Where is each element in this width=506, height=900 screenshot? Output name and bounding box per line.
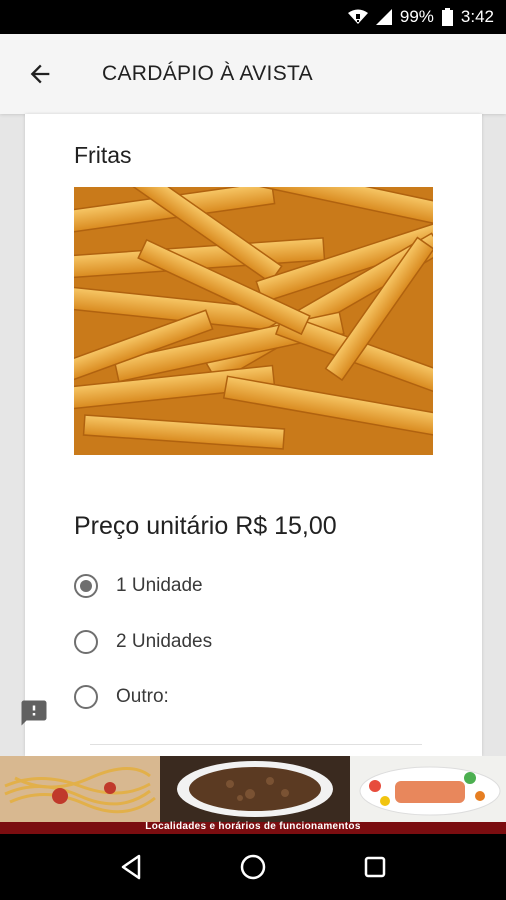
app-bar: CARDÁPIO À AVISTA [0,34,506,114]
clock-time: 3:42 [460,7,494,26]
option-label: Outro: [116,686,169,707]
square-recents-icon [364,856,386,878]
ad-caption: Localidades e horários de funcionamentos [145,821,361,832]
radio-button-unchecked[interactable] [74,630,98,654]
item-name: Fritas [74,142,132,168]
radio-button-unchecked[interactable] [74,685,98,709]
triangle-back-icon [121,854,141,880]
option-label: 2 Unidades [116,631,213,652]
system-nav-bar [0,834,506,900]
circle-home-icon [240,854,266,880]
ad-banner[interactable]: Localidades e horários de funcionamentos [0,756,506,834]
status-bar: 99% 3:42 [0,0,506,34]
page-title: CARDÁPIO À AVISTA [102,62,313,85]
wifi-icon [347,9,368,25]
radio-button-checked[interactable] [74,574,98,598]
battery-percent: 99% [399,7,434,26]
option-label: 1 Unidade [116,575,203,596]
nav-back-button[interactable] [111,847,151,887]
nav-home-button[interactable] [233,847,273,887]
feedback-icon [21,700,47,726]
french-fries-image [74,187,433,455]
feedback-button[interactable] [19,698,49,728]
option-1-unidade[interactable]: 1 Unidade [74,566,203,606]
arrow-back-icon [30,64,50,84]
option-outro[interactable]: Outro: [74,677,169,717]
unit-price: Preço unitário R$ 15,00 [74,512,337,540]
outro-text-field-underline[interactable] [90,744,422,745]
nav-recents-button[interactable] [355,847,395,887]
option-2-unidades[interactable]: 2 Unidades [74,622,212,662]
back-button[interactable] [0,34,80,114]
cellular-signal-icon [375,9,392,25]
menu-item-card: Fritas Preço unitário R$ 15,00 1 Unidade… [25,114,482,756]
battery-icon [441,8,453,26]
